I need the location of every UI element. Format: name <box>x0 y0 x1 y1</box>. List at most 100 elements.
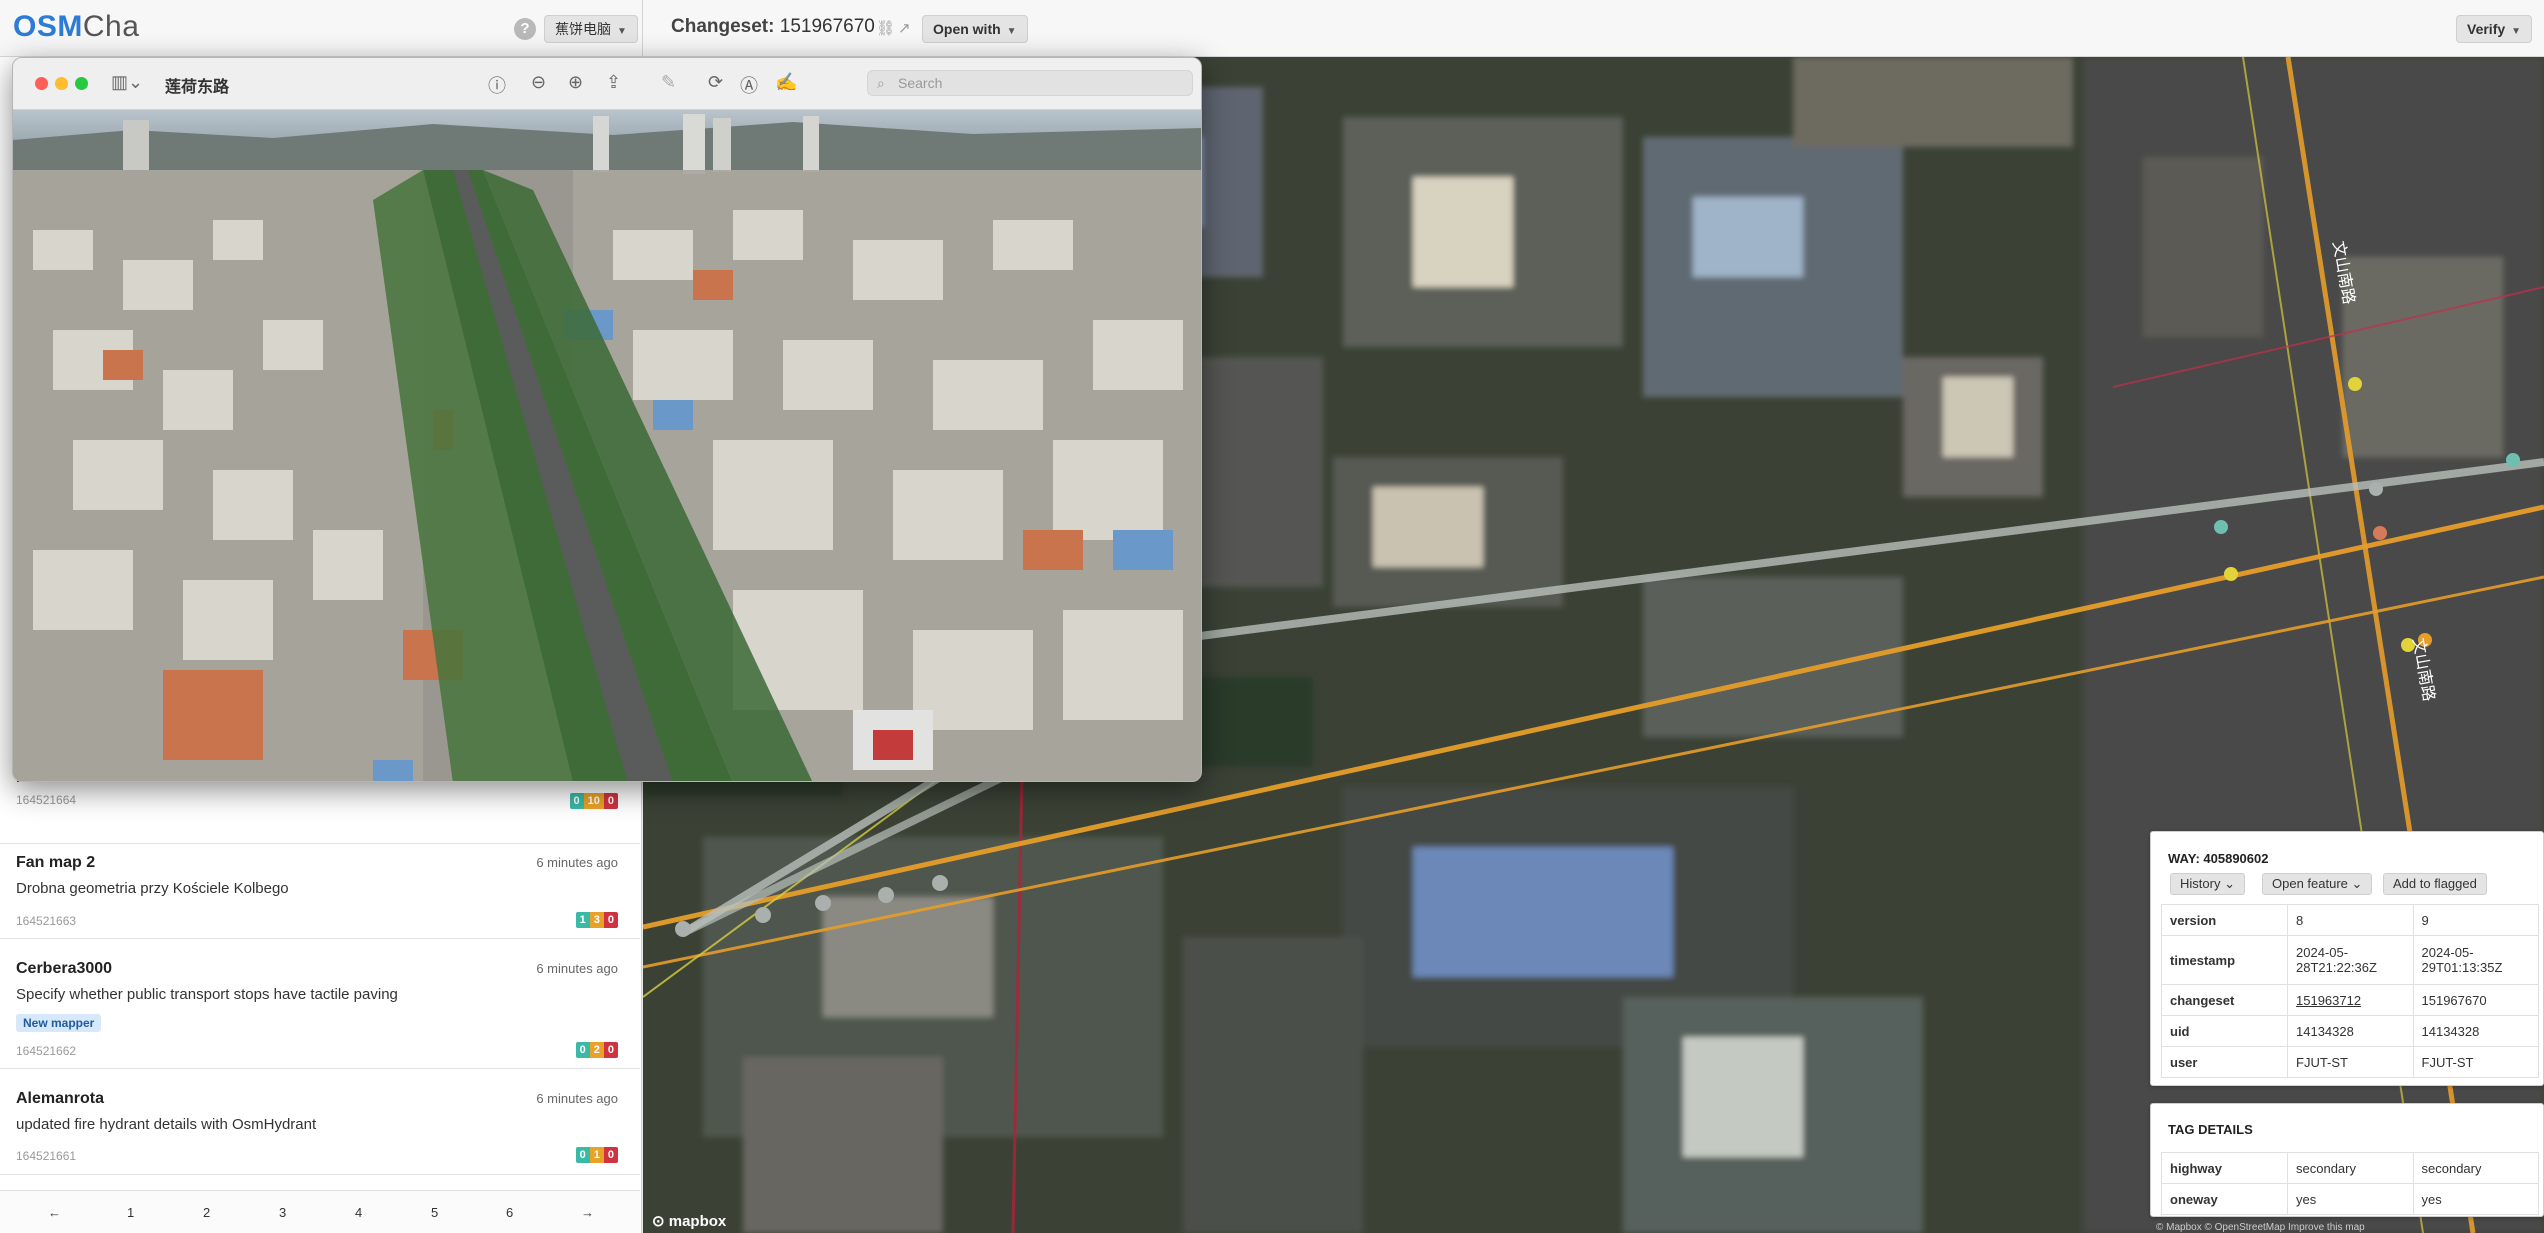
open-feature-label: Open feature <box>2272 876 2348 891</box>
zoom-in-icon[interactable]: ⊕ <box>568 72 583 93</box>
row-new-value: 2024-05-29T01:13:35Z <box>2412 935 2539 985</box>
logo-cha: Cha <box>82 10 140 43</box>
rotate-icon[interactable]: ⟳ <box>708 72 723 93</box>
aerial-city-photo <box>13 110 1201 781</box>
chevron-down-icon: ▼ <box>2511 26 2522 37</box>
row-old-value: 14134328 <box>2287 1015 2414 1047</box>
history-label: History <box>2180 876 2221 891</box>
user-menu-button[interactable]: 蕉饼电脑 ▼ <box>544 15 638 43</box>
count-modified: 10 <box>583 793 604 809</box>
row-old-value: 151963712 <box>2287 984 2414 1016</box>
change-counts: 130 <box>575 912 618 928</box>
chevron-down-icon: ▼ <box>617 26 627 37</box>
zoom-window-button[interactable] <box>75 77 88 90</box>
pager-page-1[interactable]: 1 <box>127 1205 134 1220</box>
count-modified: 2 <box>589 1042 604 1058</box>
pager-prev[interactable]: ← <box>48 1205 61 1220</box>
user-menu-label: 蕉饼电脑 <box>555 21 611 37</box>
map-attribution: © Mapbox © OpenStreetMap Improve this ma… <box>2156 1222 2365 1233</box>
open-feature-button[interactable]: Open feature ⌄ <box>2262 873 2373 895</box>
new-mapper-badge: New mapper <box>16 1014 102 1032</box>
table-row: version 8 9 <box>2161 904 2539 936</box>
row-new-value: 151967670 <box>2412 984 2539 1016</box>
feature-panel: WAY: 405890602 History ⌄ Open feature ⌄ … <box>2150 831 2544 1086</box>
chevron-down-icon: ▼ <box>1006 26 1017 37</box>
count-added: 1 <box>575 912 590 928</box>
pager-next[interactable]: → <box>581 1205 594 1220</box>
count-added: 0 <box>569 793 584 809</box>
close-window-button[interactable] <box>35 77 48 90</box>
list-item-user: Fan map 2 <box>16 854 96 871</box>
count-modified: 3 <box>589 912 604 928</box>
markup-icon[interactable]: Ⓐ <box>740 72 758 98</box>
row-old-value: secondary <box>2287 1152 2414 1184</box>
count-deleted: 0 <box>603 1147 618 1163</box>
preview-title: 莲荷东路 <box>165 79 230 96</box>
changeset-title: Changeset: 151967670 <box>671 16 875 38</box>
row-new-value: FJUT-ST <box>2412 1046 2539 1078</box>
preview-search-input[interactable]: ⌕ Search <box>867 70 1193 96</box>
table-row: changeset 151963712 151967670 <box>2161 984 2539 1016</box>
osmcha-logo[interactable]: OSMCha <box>13 10 139 44</box>
sign-icon[interactable]: ✍ <box>775 72 797 93</box>
zoom-out-icon[interactable]: ⊖ <box>531 72 546 93</box>
tag-details-panel: TAG DETAILS highway secondary secondary … <box>2150 1103 2544 1217</box>
list-item-id: 164521661 <box>16 1149 77 1163</box>
feature-diff-table: version 8 9 timestamp 2024-05-28T21:22:3… <box>2161 904 2539 1078</box>
count-modified: 1 <box>589 1147 604 1163</box>
search-icon: ⌕ <box>877 75 885 91</box>
add-to-flagged-button[interactable]: Add to flagged <box>2383 873 2487 895</box>
pager-page-4[interactable]: 4 <box>355 1205 362 1220</box>
open-with-label: Open with <box>933 21 1001 37</box>
chevron-down-icon: ⌄ <box>2224 876 2235 891</box>
info-icon[interactable]: ⓘ <box>488 72 506 98</box>
history-button[interactable]: History ⌄ <box>2170 873 2245 895</box>
help-icon[interactable]: ? <box>514 18 536 40</box>
table-row: uid 14134328 14134328 <box>2161 1015 2539 1047</box>
link-icon[interactable]: ⛓ <box>876 19 895 37</box>
image-preview-window[interactable]: ▥⌄ 莲荷东路 ⓘ ⊖ ⊕ ⇪ ✎ ⟳ Ⓐ ✍ ⌕ Search <box>12 57 1202 782</box>
table-row: oneway yes yes <box>2161 1183 2539 1215</box>
list-item-time: 6 minutes ago <box>536 855 618 870</box>
pager-page-3[interactable]: 3 <box>279 1205 286 1220</box>
list-item[interactable]: Cerbera3000 6 minutes ago Specify whethe… <box>0 939 640 1069</box>
row-new-value: 9 <box>2412 904 2539 936</box>
row-key: version <box>2161 904 2288 936</box>
row-key: user <box>2161 1046 2288 1078</box>
list-item-time: 6 minutes ago <box>536 961 618 976</box>
row-old-value: yes <box>2287 1183 2414 1215</box>
row-key: changeset <box>2161 984 2288 1016</box>
chevron-down-icon: ⌄ <box>2351 876 2363 891</box>
count-deleted: 0 <box>603 793 618 809</box>
mapbox-logo-text: mapbox <box>668 1213 727 1230</box>
tag-details-title: TAG DETAILS <box>2168 1122 2253 1137</box>
share-icon[interactable]: ⇪ <box>606 72 621 93</box>
verify-button[interactable]: Verify ▼ <box>2456 15 2533 43</box>
pager-page-5[interactable]: 5 <box>431 1205 438 1220</box>
mapbox-logo: ⊙ mapbox <box>652 1213 727 1230</box>
minimize-window-button[interactable] <box>55 77 68 90</box>
sidebar-toggle-icon[interactable]: ▥⌄ <box>111 72 143 93</box>
list-item-comment: Specify whether public transport stops h… <box>16 986 398 1003</box>
row-old-value: FJUT-ST <box>2287 1046 2414 1078</box>
pager-page-2[interactable]: 2 <box>203 1205 210 1220</box>
list-item[interactable]: Fan map 2 6 minutes ago Drobna geometria… <box>0 834 640 939</box>
list-item[interactable]: Alemanrota 6 minutes ago updated fire hy… <box>0 1069 640 1175</box>
count-deleted: 0 <box>603 912 618 928</box>
external-link-icon[interactable]: ↗ <box>898 19 911 37</box>
count-deleted: 0 <box>603 1042 618 1058</box>
old-changeset-link[interactable]: 151963712 <box>2296 993 2361 1008</box>
count-added: 0 <box>575 1042 590 1058</box>
verify-label: Verify <box>2467 21 2506 37</box>
table-row: user FJUT-ST FJUT-ST <box>2161 1046 2539 1078</box>
row-key: oneway <box>2161 1183 2288 1215</box>
pager-page-6[interactable]: 6 <box>506 1205 513 1220</box>
row-new-value: yes <box>2412 1183 2539 1215</box>
row-old-value: 2024-05-28T21:22:36Z <box>2287 935 2414 985</box>
open-with-button[interactable]: Open with ▼ <box>922 15 1028 43</box>
table-row: timestamp 2024-05-28T21:22:36Z 2024-05-2… <box>2161 935 2539 985</box>
table-row: highway secondary secondary <box>2161 1152 2539 1184</box>
list-item-comment: updated fire hydrant details with OsmHyd… <box>16 1116 317 1133</box>
markup-pen-icon[interactable]: ✎ <box>661 72 676 93</box>
change-counts: 020 <box>575 1042 618 1058</box>
